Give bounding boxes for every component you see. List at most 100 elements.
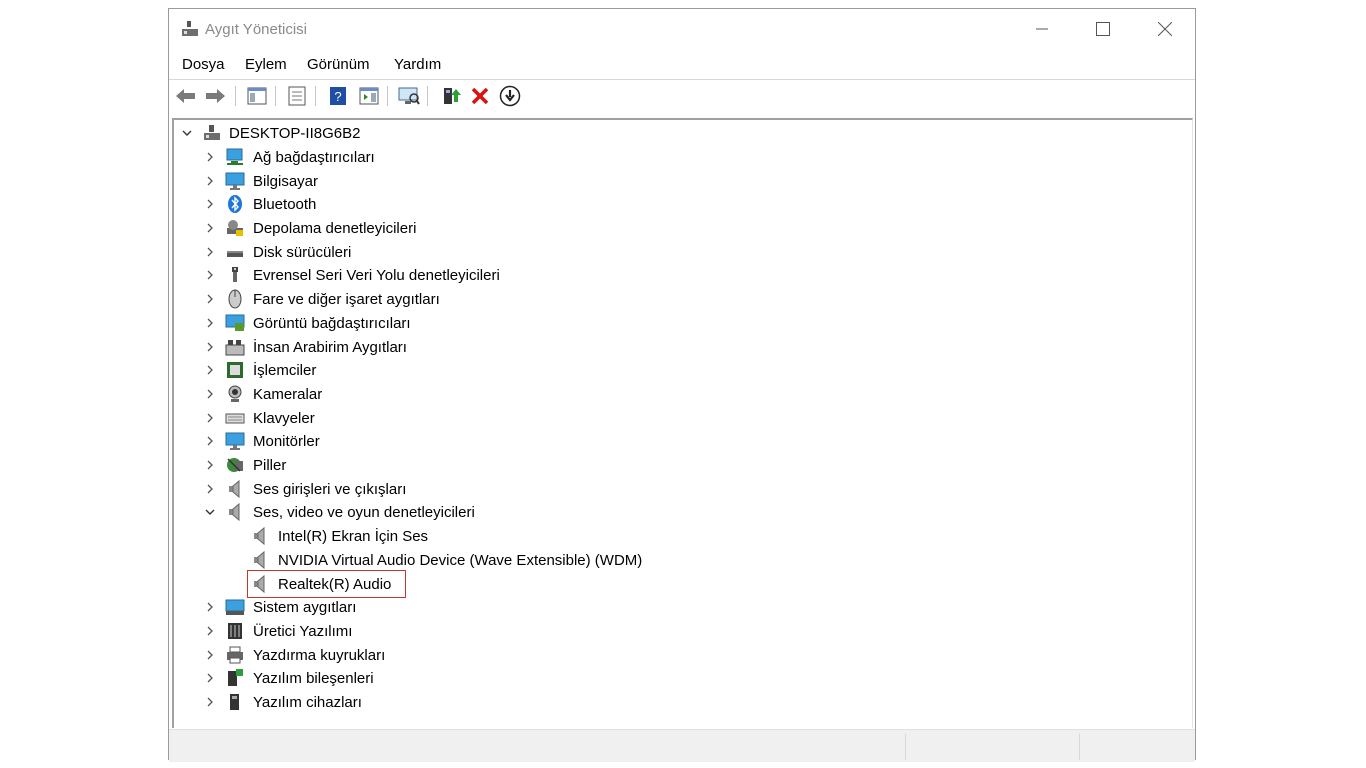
tree-category[interactable]: Yazdırma kuyrukları <box>204 644 435 666</box>
tree-category-label: Sistem aygıtları <box>253 598 357 616</box>
tree-category-label: Üretici Yazılımı <box>253 622 353 640</box>
maximize-button[interactable] <box>1080 9 1126 49</box>
tree-device[interactable]: Intel(R) Ekran İçin Ses <box>229 525 496 547</box>
tree-category[interactable]: Monitörler <box>204 430 354 452</box>
chevron-right-icon[interactable] <box>204 696 216 708</box>
chevron-right-icon[interactable] <box>204 435 216 447</box>
maximize-icon <box>1096 22 1110 36</box>
chevron-right-icon[interactable] <box>204 198 216 210</box>
forward-arrow-icon <box>206 89 225 103</box>
chevron-right-icon[interactable] <box>204 293 216 305</box>
console-tree-button[interactable] <box>246 85 268 107</box>
tree-category[interactable]: Bilgisayar <box>204 170 354 192</box>
tree-category[interactable]: Kameralar <box>204 383 345 405</box>
tree-category[interactable]: Disk sürücüleri <box>204 241 399 263</box>
disable-device-button[interactable] <box>499 85 521 107</box>
tree-category[interactable]: İşlemciler <box>204 359 354 381</box>
software-device-icon <box>230 694 239 710</box>
back-button[interactable] <box>175 85 197 107</box>
tree-category-label: Fare ve diğer işaret aygıtları <box>253 290 440 308</box>
title-bar: Aygıt Yöneticisi <box>169 9 1195 51</box>
tree-category-label: Görüntü bağdaştırıcıları <box>253 314 411 332</box>
toolbar: ? <box>169 80 1195 112</box>
chevron-right-icon[interactable] <box>204 649 216 661</box>
chevron-right-icon[interactable] <box>204 483 216 495</box>
properties-button[interactable] <box>286 85 308 107</box>
display-adapter-icon <box>225 314 245 331</box>
tree-category[interactable]: Görüntü bağdaştırıcıları <box>204 312 480 334</box>
show-action-pane-icon <box>359 87 379 105</box>
minimize-button[interactable] <box>1019 9 1065 49</box>
tree-device[interactable]: NVIDIA Virtual Audio Device (Wave Extens… <box>229 549 748 571</box>
tree-category[interactable]: Depolama denetleyicileri <box>204 217 480 239</box>
toolbar-separator <box>235 86 236 106</box>
printer-icon <box>227 646 243 664</box>
tree-category[interactable]: Bluetooth <box>204 193 345 215</box>
chevron-right-icon[interactable] <box>204 175 216 187</box>
chevron-right-icon[interactable] <box>204 601 216 613</box>
chevron-right-icon[interactable] <box>204 412 216 424</box>
tree-category[interactable]: Yazılım bileşenleri <box>204 667 435 689</box>
menu-gorunum[interactable]: Görünüm <box>307 56 370 73</box>
system-device-icon <box>225 599 245 615</box>
chevron-down-icon[interactable] <box>181 127 193 139</box>
root-label: DESKTOP-II8G6B2 <box>229 124 361 142</box>
chevron-right-icon[interactable] <box>204 341 216 353</box>
tree-category-label: Monitörler <box>253 432 320 450</box>
tree-category[interactable]: Ağ bağdaştırıcıları <box>204 146 435 168</box>
uninstall-device-icon <box>471 87 489 105</box>
update-driver-button[interactable] <box>440 85 462 107</box>
tree-category[interactable]: İnsan Arabirim Aygıtları <box>204 336 480 358</box>
chevron-right-icon[interactable] <box>204 672 216 684</box>
tree-category-label: Yazılım cihazları <box>253 693 362 711</box>
menu-bar: Dosya Eylem Görünüm Yardım <box>169 51 1195 80</box>
menu-dosya[interactable]: Dosya <box>182 56 225 73</box>
uninstall-device-button[interactable] <box>469 85 491 107</box>
tree-category-label: Bluetooth <box>253 195 317 213</box>
disk-drive-icon <box>227 251 243 257</box>
chevron-right-icon[interactable] <box>204 246 216 258</box>
scan-hardware-icon <box>398 87 420 105</box>
chevron-right-icon[interactable] <box>204 459 216 471</box>
window-title: Aygıt Yöneticisi <box>205 21 308 38</box>
tree-category[interactable]: Klavyeler <box>204 407 345 429</box>
computer-icon <box>204 125 220 140</box>
tree-category-label: Kameralar <box>253 385 323 403</box>
tree-category[interactable]: Evrensel Seri Veri Yolu denetleyicileri <box>204 264 615 286</box>
chevron-right-icon[interactable] <box>204 151 216 163</box>
device-manager-window: Aygıt Yöneticisi Dosya Eylem Görünüm Yar… <box>168 8 1196 762</box>
help-button[interactable]: ? <box>327 85 349 107</box>
chevron-right-icon[interactable] <box>204 364 216 376</box>
camera-icon <box>228 385 242 402</box>
tree-category[interactable]: Fare ve diğer işaret aygıtları <box>204 288 534 310</box>
tree-category-label: Ses, video ve oyun denetleyicileri <box>253 503 475 521</box>
tree-category[interactable]: Ses girişleri ve çıkışları <box>204 478 498 500</box>
tree-category[interactable]: Üretici Yazılımı <box>204 620 408 642</box>
monitor-icon <box>225 432 245 450</box>
tree-category[interactable]: Piller <box>204 454 318 476</box>
chevron-right-icon[interactable] <box>204 625 216 637</box>
chevron-right-icon[interactable] <box>204 317 216 329</box>
tree-category[interactable]: Sistem aygıtları <box>204 596 408 618</box>
speaker-icon <box>254 550 265 570</box>
toolbar-separator <box>387 86 388 106</box>
close-button[interactable] <box>1142 9 1188 49</box>
chevron-right-icon[interactable] <box>204 269 216 281</box>
action-pane-button[interactable] <box>358 85 380 107</box>
chevron-right-icon[interactable] <box>204 222 216 234</box>
menu-yardim[interactable]: Yardım <box>394 56 441 73</box>
chevron-down-icon[interactable] <box>204 506 216 518</box>
menu-eylem[interactable]: Eylem <box>245 56 287 73</box>
tree-root[interactable]: DESKTOP-II8G6B2 <box>179 122 479 144</box>
status-separator <box>1079 734 1080 760</box>
speaker-icon <box>229 502 240 522</box>
tree-category-label: Evrensel Seri Veri Yolu denetleyicileri <box>253 266 500 284</box>
tree-category-label: Yazılım bileşenleri <box>253 669 374 687</box>
tree-category-label: Bilgisayar <box>253 172 319 190</box>
scan-hardware-button[interactable] <box>398 85 420 107</box>
tree-category[interactable]: Yazılım cihazları <box>204 691 417 713</box>
speaker-icon <box>229 479 240 499</box>
chevron-right-icon[interactable] <box>204 388 216 400</box>
forward-button[interactable] <box>204 85 226 107</box>
tree-category[interactable]: Ses, video ve oyun denetleyicileri <box>204 501 570 523</box>
